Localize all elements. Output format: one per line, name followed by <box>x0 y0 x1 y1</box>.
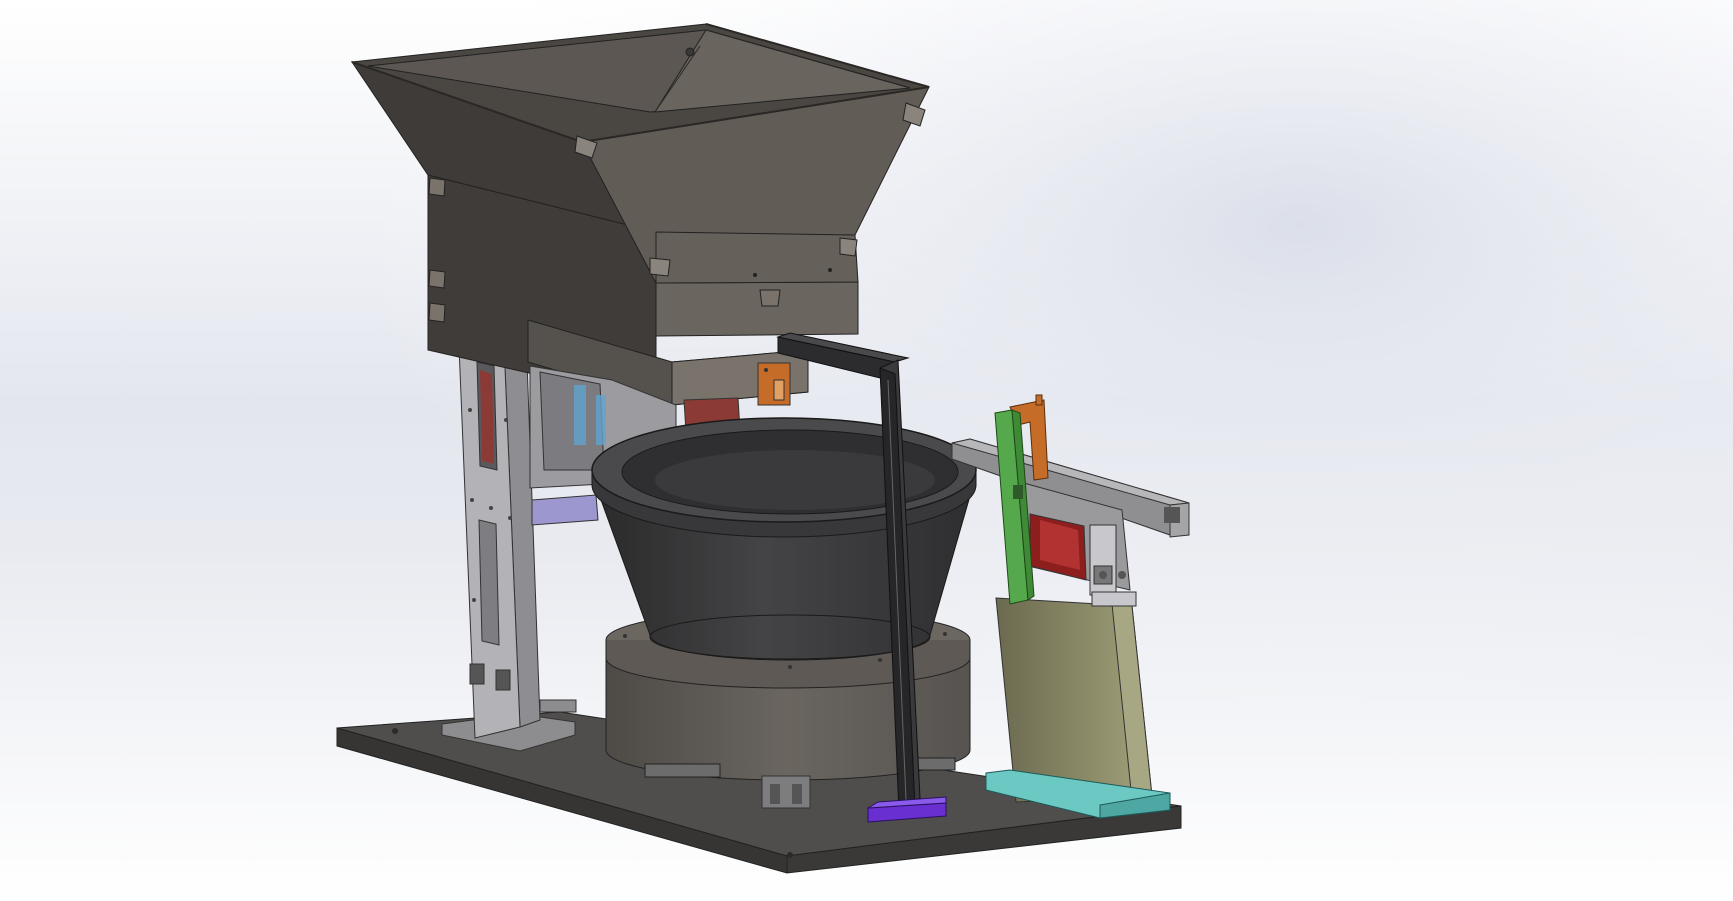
cad-viewport[interactable] <box>0 0 1733 901</box>
cad-model-canvas[interactable] <box>0 0 1733 901</box>
vibratory-bowl[interactable] <box>591 417 977 661</box>
sensor-head[interactable] <box>757 362 791 406</box>
bolt-group <box>539 699 577 713</box>
